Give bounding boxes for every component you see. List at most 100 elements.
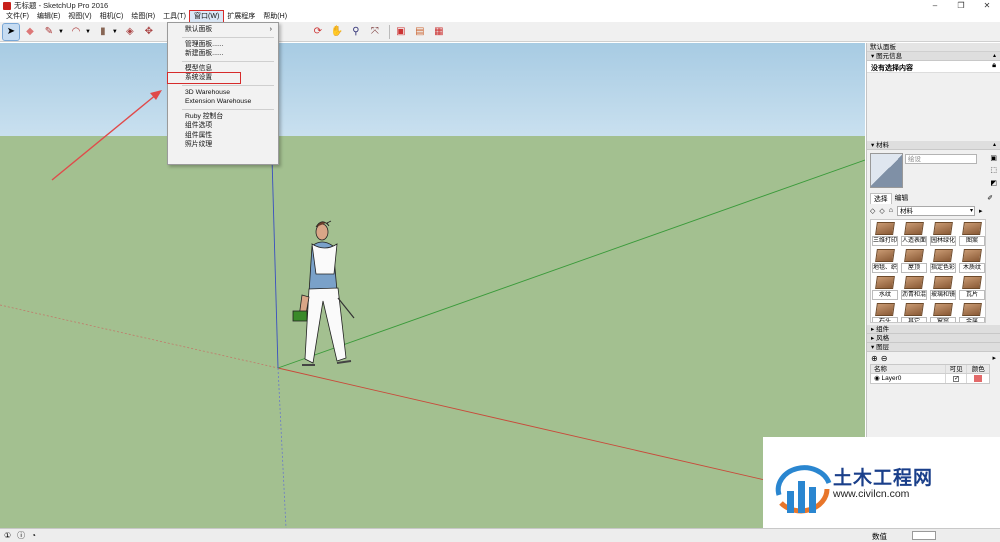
material-swatch-grid: 三维打印 人造表面 园林绿化 图案 地毯、织 屋顶 指定色彩 木质纹 水纹 沥青… — [870, 219, 986, 323]
entity-info-status: 没有选择内容 🔒︎ — [867, 61, 1000, 73]
menu-item-model-info[interactable]: 模型信息 — [168, 64, 278, 74]
material-swatch[interactable]: 木质纹 — [959, 248, 985, 273]
eraser-tool-icon[interactable]: ◆ — [22, 24, 38, 40]
materials-header[interactable]: ▾ 材料 ▴ — [867, 141, 1000, 150]
share-model-icon[interactable]: ▤ — [412, 24, 428, 40]
lock-icon[interactable]: 🔒︎ — [992, 62, 996, 70]
menu-camera[interactable]: 相机(C) — [96, 11, 128, 22]
close-button[interactable]: ✕ — [974, 0, 1000, 11]
drawing-area[interactable] — [0, 43, 865, 528]
status-bar: ① ⓘ ◔ 数值 — [0, 528, 1000, 542]
shape-tool-icon[interactable]: ▮ — [95, 24, 111, 40]
minimize-button[interactable]: – — [922, 0, 948, 11]
watermark: 土木工程网 www.civilcn.com — [763, 437, 1000, 529]
menu-tools[interactable]: 工具(T) — [159, 11, 190, 22]
menu-item-default-tray[interactable]: 默认面板 › — [168, 25, 278, 35]
move-tool-icon[interactable]: ✥ — [141, 24, 157, 40]
person-figure[interactable] — [292, 220, 355, 366]
layer-details-icon[interactable]: ▸ — [992, 354, 996, 362]
material-swatch[interactable]: 园林绿化 — [930, 221, 956, 246]
menu-edit[interactable]: 编辑(E) — [33, 11, 64, 22]
material-name-field[interactable]: 绘设 — [905, 154, 977, 164]
home-icon[interactable]: ⌂ — [889, 207, 893, 214]
menu-view[interactable]: 视图(V) — [64, 11, 95, 22]
components-header[interactable]: ▸ 组件 — [867, 325, 1000, 334]
arc-tool-icon[interactable]: ◠ — [68, 24, 84, 40]
user-icon[interactable]: ◔ — [31, 531, 36, 540]
material-swatch[interactable]: 瓦片 — [959, 275, 985, 300]
shape-tool-dropdown-icon[interactable]: ▼ — [112, 29, 118, 35]
styles-header[interactable]: ▸ 风格 — [867, 334, 1000, 343]
menu-item-3d-warehouse[interactable]: 3D Warehouse — [168, 88, 278, 98]
material-swatch[interactable]: 其它 — [901, 302, 927, 322]
layers-header[interactable]: ▾ 图层 — [867, 343, 1000, 352]
add-layer-icon[interactable]: ⊕ — [871, 354, 878, 363]
line-tool-icon[interactable]: ✎ — [41, 24, 57, 40]
select-tool-icon[interactable]: ➤ — [2, 22, 20, 41]
material-library-select[interactable]: 材料 — [897, 205, 976, 216]
menu-draw[interactable]: 绘图(R) — [127, 11, 159, 22]
menu-item-photo-textures[interactable]: 照片纹理 — [168, 140, 278, 150]
maximize-button[interactable]: ❐ — [948, 0, 974, 11]
orbit-tool-icon[interactable]: ⟳ — [310, 24, 326, 40]
arc-tool-dropdown-icon[interactable]: ▼ — [85, 29, 91, 35]
menu-item-component-attributes[interactable]: 组件属性 — [168, 131, 278, 141]
material-swatch[interactable]: 图案 — [959, 221, 985, 246]
title-bar: 无标题 - SketchUp Pro 2016 – ❐ ✕ — [0, 0, 1000, 11]
menu-item-new-tray[interactable]: 新建面板...... — [168, 49, 278, 59]
material-preview-area: 绘设 ▣ ⬚ ◩ — [867, 150, 1000, 193]
pin-icon[interactable]: ▴ — [993, 52, 996, 61]
zoom-tool-icon[interactable]: ⚲ — [348, 24, 364, 40]
details-arrow-icon[interactable]: ▸ — [979, 207, 983, 215]
delete-layer-icon[interactable]: ⊖ — [881, 354, 888, 363]
sample-paint-icon[interactable]: ✐ — [984, 193, 996, 204]
material-swatch[interactable]: 水纹 — [872, 275, 898, 300]
back-icon[interactable]: ◇ — [870, 207, 875, 215]
blue-axis-solid — [271, 157, 279, 369]
menu-extensions[interactable]: 扩展程序 — [223, 11, 259, 22]
menu-item-manage-trays[interactable]: 管理面板...... — [168, 40, 278, 50]
material-swatch[interactable]: 人造表面 — [901, 221, 927, 246]
material-swatch[interactable]: 玻璃和镜 — [930, 275, 956, 300]
menu-item-extension-warehouse[interactable]: Extension Warehouse — [168, 97, 278, 107]
menu-item-ruby-console[interactable]: Ruby 控制台 — [168, 112, 278, 122]
menu-item-preferences[interactable]: 系统设置 — [167, 72, 241, 84]
watermark-url: www.civilcn.com — [833, 488, 910, 500]
push-pull-tool-icon[interactable]: ◈ — [122, 24, 138, 40]
axes-and-model — [0, 157, 865, 528]
display-secondary-icon[interactable]: ▣ — [990, 154, 997, 162]
default-material-icon[interactable]: ◩ — [990, 179, 997, 187]
window-title: 无标题 - SketchUp Pro 2016 — [14, 1, 109, 10]
material-preview-swatch[interactable] — [870, 153, 903, 188]
zoom-extents-icon[interactable]: ⤧ — [367, 24, 383, 40]
material-swatch[interactable]: 地毯、织 — [872, 248, 898, 273]
layer-color-swatch[interactable] — [974, 375, 983, 382]
material-swatch[interactable]: 窗帘 — [930, 302, 956, 322]
menu-help[interactable]: 帮助(H) — [259, 11, 291, 22]
menu-item-component-options[interactable]: 组件选项 — [168, 121, 278, 131]
pin-icon[interactable]: ▴ — [993, 141, 996, 150]
tab-edit[interactable]: 编辑 — [892, 193, 912, 204]
tab-select[interactable]: 选择 — [870, 193, 892, 204]
pan-tool-icon[interactable]: ✋ — [329, 24, 345, 40]
red-axis-dashed — [0, 304, 279, 369]
material-swatch[interactable]: 指定色彩 — [930, 248, 956, 273]
material-swatch[interactable]: 屋顶 — [901, 248, 927, 273]
material-swatch[interactable]: 石头 — [872, 302, 898, 322]
layer-visible-checkbox[interactable]: ✓ — [953, 376, 959, 382]
table-row[interactable]: ◉ Layer0 ✓ — [871, 374, 989, 383]
credits-icon[interactable]: ⓘ — [17, 530, 25, 541]
menu-window[interactable]: 窗口(W) — [189, 10, 225, 23]
measurements-input[interactable] — [912, 531, 936, 540]
forward-icon[interactable]: ◇ — [879, 207, 884, 215]
create-material-icon[interactable]: ⬚ — [990, 166, 997, 174]
warehouse-icon[interactable]: ▣ — [393, 24, 409, 40]
material-swatch[interactable]: 三维打印 — [872, 221, 898, 246]
menu-file[interactable]: 文件(F) — [2, 11, 33, 22]
material-swatch[interactable]: 沥青和混 — [901, 275, 927, 300]
line-tool-dropdown-icon[interactable]: ▼ — [58, 29, 64, 35]
extension-warehouse-icon[interactable]: ▦ — [431, 24, 447, 40]
material-swatch[interactable]: 金属 — [959, 302, 985, 322]
geo-location-icon[interactable]: ① — [4, 531, 11, 540]
entity-info-header[interactable]: ▾ 图元信息 ▴ — [867, 52, 1000, 61]
